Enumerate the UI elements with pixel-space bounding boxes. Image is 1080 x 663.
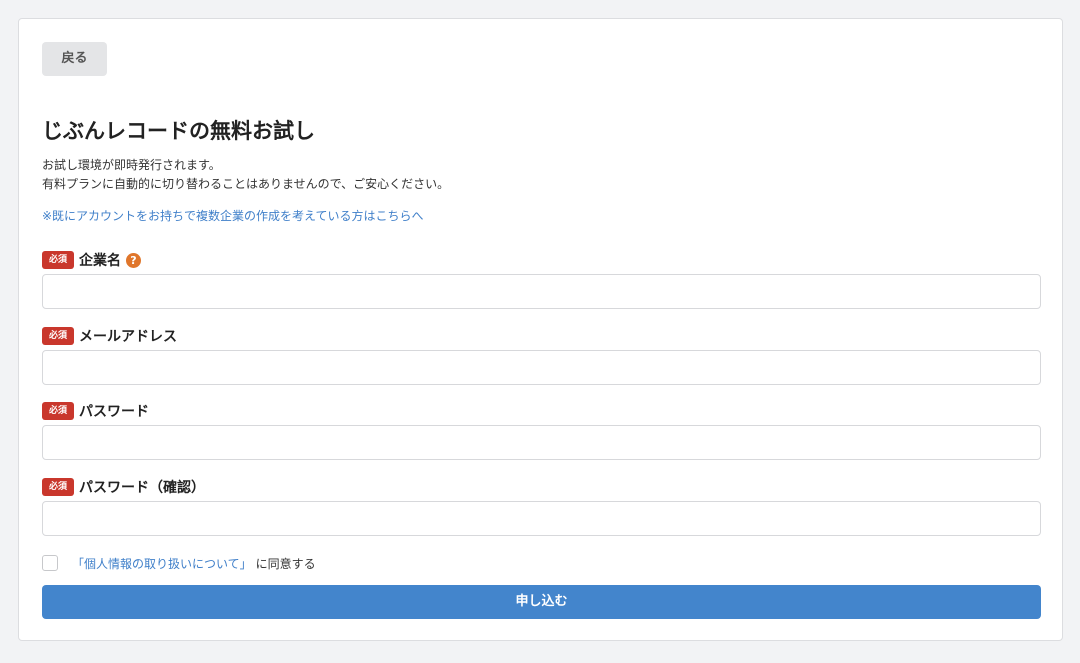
password-confirm-label-text: パスワード（確認） bbox=[79, 480, 205, 496]
description-line-2: 有料プランに自動的に切り替わることはありませんので、ご安心ください。 bbox=[42, 177, 450, 191]
required-badge: 必須 bbox=[42, 478, 74, 496]
password-confirm-label: 必須 パスワード（確認） bbox=[42, 477, 205, 497]
agreement-row: 「個人情報の取り扱いについて」 に同意する bbox=[42, 554, 316, 572]
required-badge: 必須 bbox=[42, 327, 74, 345]
company-name-input[interactable] bbox=[42, 274, 1041, 309]
back-button[interactable]: 戻る bbox=[42, 42, 107, 76]
agreement-text: に同意する bbox=[255, 556, 316, 571]
page-title: じぶんレコードの無料お試し bbox=[42, 119, 315, 143]
email-input[interactable] bbox=[42, 350, 1041, 385]
password-label-text: パスワード bbox=[79, 404, 149, 420]
signup-card: 戻る じぶんレコードの無料お試し お試し環境が即時発行されます。 有料プランに自… bbox=[18, 18, 1063, 641]
email-label: 必須 メールアドレス bbox=[42, 326, 177, 346]
privacy-policy-link[interactable]: 「個人情報の取り扱いについて」 bbox=[72, 555, 252, 572]
description-line-1: お試し環境が即時発行されます。 bbox=[42, 158, 221, 172]
password-label: 必須 パスワード bbox=[42, 401, 149, 421]
required-badge: 必須 bbox=[42, 402, 74, 420]
help-icon[interactable]: ? bbox=[126, 252, 141, 268]
agreement-checkbox[interactable] bbox=[42, 555, 58, 571]
email-label-text: メールアドレス bbox=[79, 329, 177, 345]
submit-button[interactable]: 申し込む bbox=[42, 585, 1041, 619]
required-badge: 必須 bbox=[42, 251, 74, 269]
password-confirm-input[interactable] bbox=[42, 501, 1041, 536]
company-name-label: 必須 企業名 ? bbox=[42, 250, 141, 270]
company-name-label-text: 企業名 bbox=[79, 253, 121, 269]
existing-account-link[interactable]: ※既にアカウントをお持ちで複数企業の作成を考えている方はこちらへ bbox=[42, 207, 423, 224]
password-input[interactable] bbox=[42, 425, 1041, 460]
